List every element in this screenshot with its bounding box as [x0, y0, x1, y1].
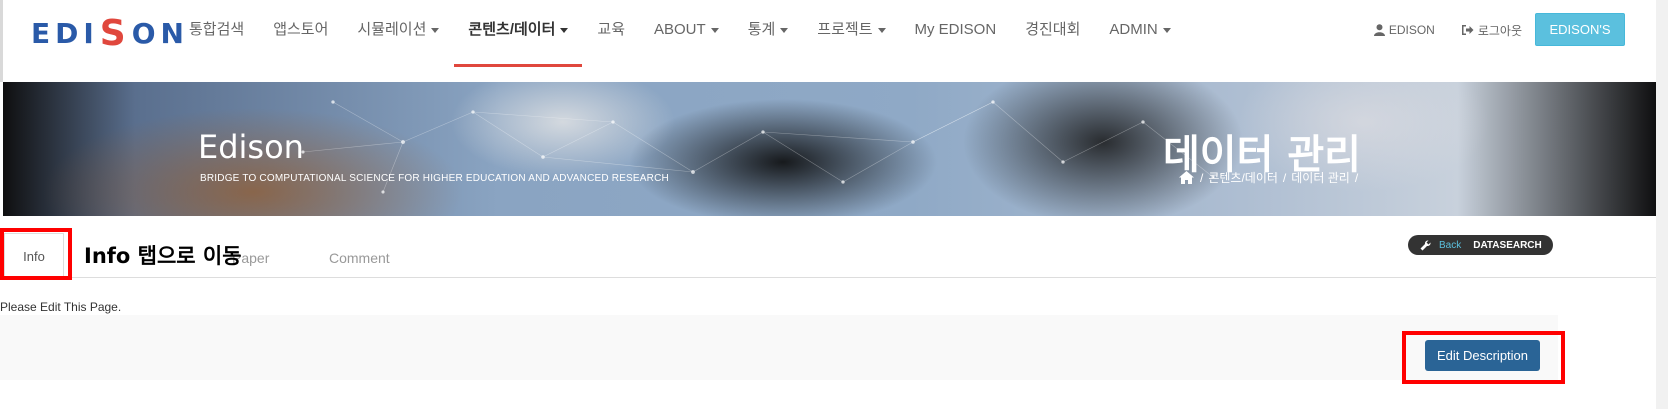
- logo-text-right: ON: [131, 16, 189, 50]
- main-menu: 통합검색 앱스토어 시뮬레이션 콘텐츠/데이터 교육 ABOUT 통계 프로젝트…: [189, 0, 1200, 67]
- page: EDI S ON 통합검색 앱스토어 시뮬레이션 콘텐츠/데이터 교육 ABOU…: [0, 0, 1668, 409]
- edit-description-button[interactable]: Edit Description: [1425, 340, 1540, 371]
- tab-info[interactable]: Info: [4, 233, 64, 279]
- nav-item-project[interactable]: 프로젝트: [817, 0, 886, 60]
- nav-item-about[interactable]: ABOUT: [654, 0, 719, 60]
- logout-link[interactable]: 로그아웃: [1461, 22, 1522, 39]
- nav-item-admin[interactable]: ADMIN: [1109, 0, 1171, 60]
- tab-comment[interactable]: Comment: [329, 250, 390, 266]
- nav-item-app-store[interactable]: 앱스토어: [273, 0, 328, 60]
- banner-subtitle: BRIDGE TO COMPUTATIONAL SCIENCE FOR HIGH…: [200, 173, 669, 184]
- nav-item-integrated-search[interactable]: 통합검색: [189, 0, 244, 60]
- nav-label: My EDISON: [914, 21, 997, 38]
- caret-down-icon: [1162, 27, 1171, 33]
- wrench-icon: [1420, 239, 1431, 250]
- caret-down-icon: [780, 27, 789, 33]
- nav-label: 통계: [747, 21, 776, 38]
- user-link[interactable]: EDISON: [1373, 23, 1435, 37]
- breadcrumb-item-data-management[interactable]: 데이터 관리: [1291, 169, 1350, 186]
- caret-down-icon: [560, 27, 569, 33]
- caret-down-icon: [431, 27, 440, 33]
- nav-label: 콘텐츠/데이터: [468, 21, 556, 38]
- breadcrumb-separator: /: [1282, 170, 1287, 185]
- nav-item-statistics[interactable]: 통계: [748, 0, 789, 60]
- breadcrumb: / 콘텐츠/데이터 / 데이터 관리 /: [1179, 169, 1363, 186]
- datasearch-link[interactable]: DATASEARCH: [1473, 240, 1542, 251]
- page-banner: Edison BRIDGE TO COMPUTATIONAL SCIENCE F…: [3, 82, 1656, 216]
- nav-label: ADMIN: [1109, 21, 1158, 38]
- top-navbar: EDI S ON 통합검색 앱스토어 시뮬레이션 콘텐츠/데이터 교육 ABOU…: [0, 0, 1668, 82]
- nav-item-contents-data[interactable]: 콘텐츠/데이터: [454, 0, 583, 67]
- logout-label: 로그아웃: [1477, 23, 1522, 38]
- action-panel: [0, 315, 1558, 380]
- caret-down-icon: [877, 27, 886, 33]
- breadcrumb-item-contents-data[interactable]: 콘텐츠/데이터: [1208, 169, 1278, 186]
- nav-item-my-edison[interactable]: My EDISON: [915, 0, 997, 60]
- logo-text-left: EDI: [31, 16, 99, 50]
- tool-bar: Back DATASEARCH: [1408, 235, 1553, 255]
- breadcrumb-separator: /: [1354, 170, 1359, 185]
- nav-label: 프로젝트: [817, 21, 873, 38]
- nav-item-education[interactable]: 교육: [597, 0, 625, 60]
- page-message: Please Edit This Page.: [0, 300, 122, 314]
- home-icon[interactable]: [1179, 171, 1194, 184]
- user-nav: EDISON 로그아웃: [1348, 0, 1522, 60]
- breadcrumb-separator: /: [1200, 170, 1204, 185]
- user-icon: [1373, 24, 1385, 36]
- edison-logo[interactable]: EDI S ON: [31, 8, 189, 58]
- nav-label: 앱스토어: [273, 21, 329, 38]
- annotation-label: Info 탭으로 이동: [84, 244, 242, 268]
- user-label: EDISON: [1388, 23, 1435, 37]
- nav-label: 교육: [597, 21, 625, 38]
- nav-label: 시뮬레이션: [357, 21, 427, 38]
- nav-label: 경진대회: [1025, 21, 1081, 38]
- banner-title: Edison: [198, 128, 304, 166]
- nav-label: 통합검색: [189, 21, 245, 38]
- back-link[interactable]: Back: [1439, 240, 1461, 251]
- nav-label: ABOUT: [654, 21, 706, 38]
- nav-item-competition[interactable]: 경진대회: [1025, 0, 1080, 60]
- sign-out-icon: [1461, 25, 1474, 35]
- logo-text-s: S: [99, 12, 131, 54]
- caret-down-icon: [710, 27, 719, 33]
- scrollbar[interactable]: [1656, 0, 1668, 409]
- nav-item-simulation[interactable]: 시뮬레이션: [357, 0, 440, 60]
- edisons-button[interactable]: EDISON'S: [1535, 13, 1625, 46]
